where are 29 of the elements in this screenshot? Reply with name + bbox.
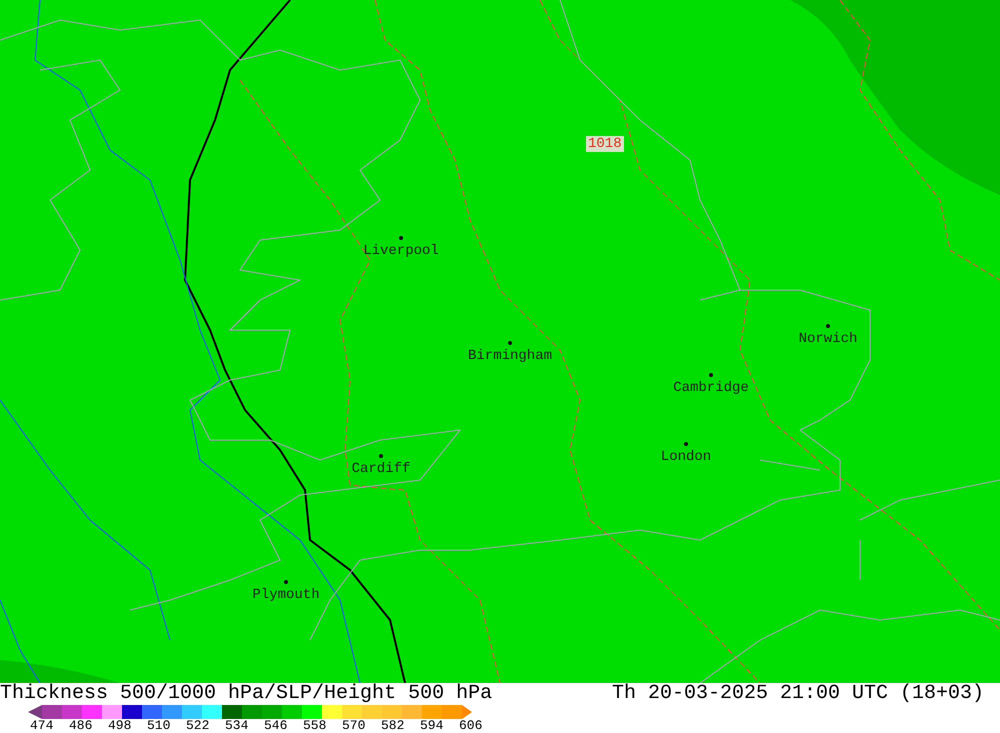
- city-dot: [508, 341, 512, 345]
- legend-label: 534: [225, 719, 250, 733]
- city-label: London: [660, 449, 712, 465]
- legend-label: 558: [303, 719, 328, 733]
- city-dot: [399, 236, 403, 240]
- forecast-datetime: Th 20-03-2025 21:00 UTC (18+03): [612, 683, 984, 705]
- legend-label: 594: [420, 719, 444, 733]
- city-label: Liverpool: [363, 243, 439, 259]
- legend-label: 546: [264, 719, 288, 733]
- pressure-label: 1018: [586, 136, 624, 152]
- city-dot: [709, 373, 713, 377]
- legend-label: 474: [30, 719, 54, 733]
- city-dot: [379, 454, 383, 458]
- city-label: Cardiff: [352, 461, 410, 477]
- legend-label: 606: [459, 719, 484, 733]
- city-dot: [684, 442, 688, 446]
- city-label: Birmingham: [468, 348, 552, 364]
- city-label: Plymouth: [252, 587, 320, 603]
- city-label: Norwich: [798, 331, 858, 347]
- map-title: Thickness 500/1000 hPa/SLP/Height 500 hPa: [0, 683, 492, 705]
- legend-label: 498: [108, 719, 132, 733]
- legend-label: 570: [342, 719, 366, 733]
- legend-label: 522: [186, 719, 210, 733]
- legend-label: 582: [381, 719, 406, 733]
- legend-label: 486: [69, 719, 94, 733]
- city-dot: [284, 580, 288, 584]
- city-dot: [826, 324, 830, 328]
- city-label: Cambridge: [673, 380, 749, 396]
- legend-label: 510: [147, 719, 172, 733]
